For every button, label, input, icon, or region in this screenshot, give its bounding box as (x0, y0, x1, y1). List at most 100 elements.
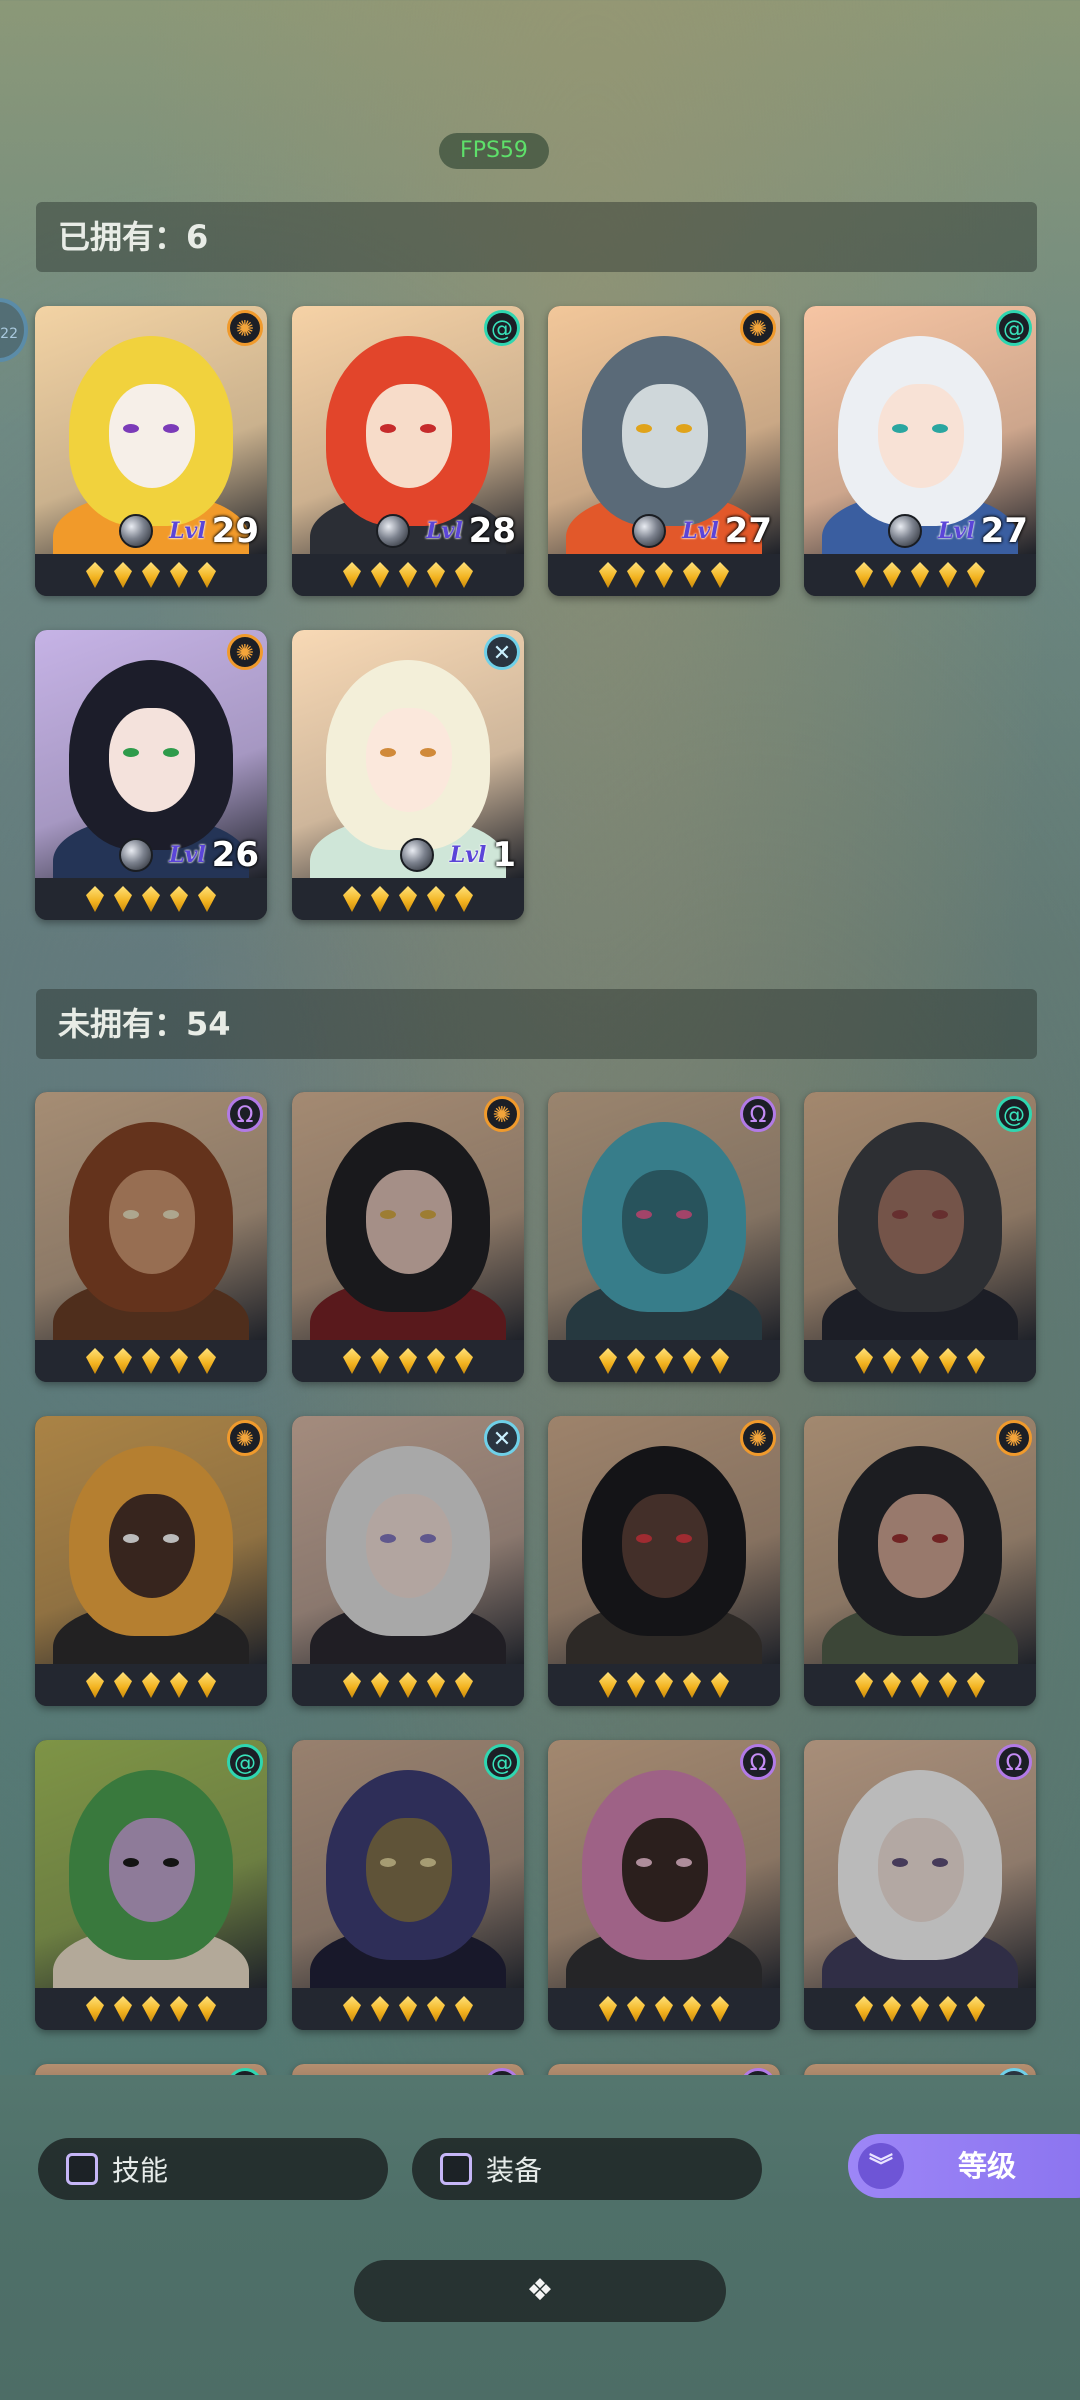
star-rating (804, 1340, 1036, 1382)
star-icon (683, 1996, 701, 2022)
hero-portrait (548, 1416, 780, 1664)
star-rating (292, 1340, 524, 1382)
star-icon (455, 1996, 473, 2022)
skill-filter-label: 技能 (112, 2154, 169, 2187)
unowned-hero-card[interactable]: @ (292, 1740, 524, 2030)
star-icon (599, 1996, 617, 2022)
level-number: 29 (211, 511, 259, 551)
double-chevron-down-icon: ︾ (858, 2143, 904, 2189)
swirl-icon: @ (227, 1744, 263, 1780)
star-icon (170, 1672, 188, 1698)
level-number: 28 (468, 511, 516, 551)
star-icon (967, 1348, 985, 1374)
star-icon (371, 1348, 389, 1374)
side-notification-badge[interactable]: 22 (0, 298, 28, 362)
star-icon (142, 1672, 160, 1698)
hero-portrait (804, 1740, 1036, 1988)
star-icon (343, 886, 361, 912)
unowned-hero-card[interactable]: @ (804, 1092, 1036, 1382)
star-rating (292, 878, 524, 920)
cross-icon: ✕ (484, 1420, 520, 1456)
sort-by-level-button[interactable]: ︾ 等级 (848, 2134, 1080, 2198)
star-icon (371, 562, 389, 588)
element-orb-icon (399, 838, 434, 872)
star-icon (343, 1672, 361, 1698)
star-rating (292, 554, 524, 596)
unowned-hero-card[interactable]: Ω (548, 1092, 780, 1382)
unowned-hero-card[interactable]: Ω (804, 1740, 1036, 2030)
unowned-hero-card[interactable]: @ (35, 1740, 267, 2030)
star-icon (683, 1348, 701, 1374)
level-label: Lvl (169, 842, 206, 868)
owned-hero-card[interactable]: ✺ Lvl 27 (548, 306, 780, 596)
element-orb-icon (119, 838, 154, 872)
star-rating (35, 1988, 267, 2030)
star-icon (655, 562, 673, 588)
unowned-hero-card[interactable]: ✺ (292, 1092, 524, 1382)
unowned-hero-card[interactable]: ✺ (35, 1416, 267, 1706)
skill-filter-toggle[interactable]: 技能 (38, 2138, 388, 2200)
star-icon (86, 1996, 104, 2022)
unowned-hero-card[interactable]: Ω (35, 1092, 267, 1382)
star-rating (804, 1664, 1036, 1706)
star-icon (86, 1672, 104, 1698)
star-icon (427, 886, 445, 912)
star-icon (170, 1348, 188, 1374)
level-label: Lvl (449, 842, 487, 868)
unowned-hero-card[interactable]: ✺ (804, 1416, 1036, 1706)
hero-portrait (548, 1740, 780, 1988)
equipment-filter-checkbox[interactable] (440, 2153, 472, 2185)
star-icon (911, 1672, 929, 1698)
star-icon (939, 562, 957, 588)
star-icon (142, 1996, 160, 2022)
star-icon (142, 562, 160, 588)
star-rating (548, 1988, 780, 2030)
star-icon (627, 1996, 645, 2022)
star-icon (655, 1348, 673, 1374)
owned-hero-card[interactable]: @ Lvl 28 (292, 306, 524, 596)
hero-level: Lvl 1 (399, 835, 516, 875)
unowned-hero-card[interactable]: ✕ (292, 1416, 524, 1706)
level-label: Lvl (682, 518, 719, 544)
unowned-hero-card[interactable]: Ω (548, 1740, 780, 2030)
star-icon (86, 886, 104, 912)
sun-icon: ✺ (227, 1420, 263, 1456)
star-icon (198, 1996, 216, 2022)
skill-filter-checkbox[interactable] (66, 2153, 98, 2185)
star-rating (35, 554, 267, 596)
star-icon (198, 1348, 216, 1374)
equipment-filter-label: 装备 (486, 2154, 543, 2187)
sun-icon: ✺ (740, 1420, 776, 1456)
hero-portrait (548, 1092, 780, 1340)
star-icon (599, 1672, 617, 1698)
owned-hero-card[interactable]: @ Lvl 27 (804, 306, 1036, 596)
star-icon (683, 562, 701, 588)
star-icon (711, 1348, 729, 1374)
star-icon (599, 562, 617, 588)
star-icon (883, 1996, 901, 2022)
sun-icon: ✺ (996, 1420, 1032, 1456)
void-icon: Ω (996, 1744, 1032, 1780)
star-icon (855, 1672, 873, 1698)
owned-hero-card[interactable]: ✕ Lvl 1 (292, 630, 524, 920)
hero-portrait (292, 1740, 524, 1988)
star-icon (86, 1348, 104, 1374)
fps-counter: FPS59 (439, 133, 549, 169)
star-icon (939, 1996, 957, 2022)
star-icon (343, 562, 361, 588)
star-icon (967, 1672, 985, 1698)
owned-hero-card[interactable]: ✺ Lvl 26 (35, 630, 267, 920)
owned-hero-card[interactable]: ✺ Lvl 29 (35, 306, 267, 596)
hero-portrait (35, 1416, 267, 1664)
star-icon (399, 562, 417, 588)
swirl-icon: @ (484, 1744, 520, 1780)
void-icon: Ω (740, 1096, 776, 1132)
star-icon (371, 886, 389, 912)
collapse-panel-button[interactable]: ❖ (354, 2260, 726, 2322)
equipment-filter-toggle[interactable]: 装备 (412, 2138, 762, 2200)
unowned-hero-card[interactable]: ✺ (548, 1416, 780, 1706)
sun-icon: ✺ (227, 634, 263, 670)
level-number: 26 (211, 835, 259, 875)
level-number: 27 (980, 511, 1028, 551)
void-icon: Ω (740, 1744, 776, 1780)
